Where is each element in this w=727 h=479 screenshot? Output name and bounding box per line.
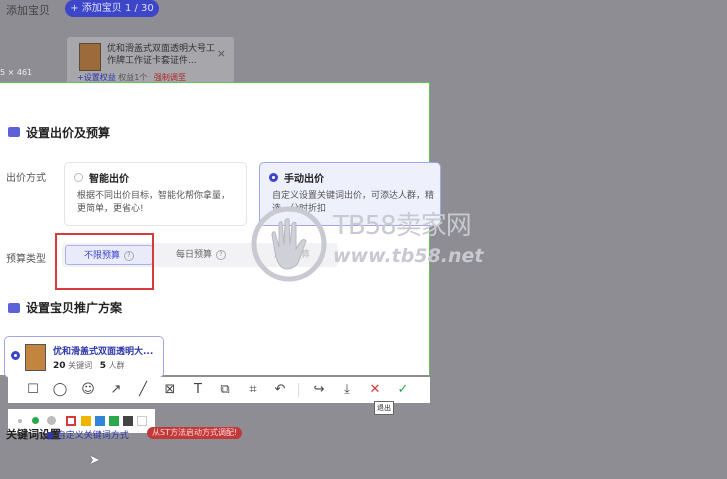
confirm-icon[interactable]: ✓ <box>390 377 416 403</box>
line-tool-icon[interactable]: ╱ <box>130 377 156 403</box>
stroke-size-medium[interactable] <box>32 417 39 424</box>
color-green-swatch[interactable] <box>109 416 119 426</box>
plan-crowd-label: 人群 <box>108 361 125 370</box>
plan-radio[interactable] <box>11 351 20 360</box>
smart-bid-radio[interactable] <box>74 173 83 182</box>
custom-keyword-option[interactable]: ● 自定义关键词方式 <box>46 428 129 441</box>
rectangle-tool-icon[interactable]: ☐ <box>20 377 46 403</box>
mosaic-tool-icon[interactable]: ⊠ <box>157 377 183 403</box>
stroke-size-large[interactable] <box>47 416 56 425</box>
toolbar-divider <box>298 383 299 397</box>
save-icon[interactable]: ⤓ <box>334 377 360 403</box>
plan-keyword-label: 关键词 <box>68 361 93 370</box>
color-yellow-swatch[interactable] <box>81 416 91 426</box>
highlight-annotation <box>55 233 154 290</box>
emoji-tool-icon[interactable]: ☺ <box>75 377 101 403</box>
set-benefit-link[interactable]: +设置权益 <box>77 73 116 82</box>
add-item-label: 添加宝贝 <box>6 4 50 17</box>
manual-bid-radio[interactable] <box>269 173 278 182</box>
promo-pill: 从ST方法启动方式调配! <box>147 427 243 439</box>
watermark: TB58卖家网 www.tb58.net <box>250 205 510 285</box>
item-thumbnail <box>79 43 101 71</box>
ellipse-tool-icon[interactable]: ◯ <box>47 377 73 403</box>
budget-daily-label: 每日预算 <box>175 250 212 260</box>
section-title-bid: 设置出价及预算 <box>26 126 111 140</box>
section-title-plan: 设置宝贝推广方案 <box>26 301 123 315</box>
plan-keyword-count: 20 <box>53 361 66 371</box>
plan-thumbnail <box>25 344 46 371</box>
plan-title: 优和滑盖式双面透明大... <box>53 347 154 357</box>
exit-icon[interactable]: ✕ <box>362 377 388 403</box>
color-black-swatch[interactable] <box>123 416 133 426</box>
section-icon <box>8 303 20 313</box>
hand-logo-icon <box>251 206 327 282</box>
watermark-url: www.tb58.net <box>333 245 484 267</box>
help-icon[interactable]: ? <box>216 249 226 260</box>
color-red-swatch[interactable] <box>66 416 76 426</box>
sticker-tool-icon[interactable]: ⧉ <box>212 377 238 403</box>
plan-crowd-count: 5 <box>99 361 106 371</box>
stroke-size-small[interactable] <box>18 419 22 423</box>
bid-method-label: 出价方式 <box>6 173 46 184</box>
undo-icon[interactable]: ↶ <box>267 377 293 403</box>
color-blue-swatch[interactable] <box>95 416 105 426</box>
budget-type-label: 预算类型 <box>6 254 46 265</box>
text-tool-icon[interactable]: T <box>185 377 211 403</box>
manual-bid-title: 手动出价 <box>284 174 324 185</box>
plan-meta: 20 关键词 5 人群 <box>53 360 125 371</box>
mouse-cursor-icon: ➤ <box>89 453 100 468</box>
capture-size-label: 5 × 461 <box>0 68 33 77</box>
force-adjust-link[interactable]: 强制调至 <box>154 73 186 82</box>
annotation-toolbar: ☐ ◯ ☺ ↗ ╱ ⊠ T ⧉ ⌗ ↶ ↪ ⤓ ✕ ✓ <box>8 377 430 403</box>
add-item-button[interactable]: + 添加宝贝 1 / 30 <box>65 0 159 17</box>
item-close-icon[interactable]: × <box>217 47 226 60</box>
budget-daily-tab[interactable]: 每日预算? <box>157 245 245 265</box>
arrow-tool-icon[interactable]: ↗ <box>103 377 129 403</box>
share-icon[interactable]: ↪ <box>306 377 332 403</box>
plan-card[interactable]: 优和滑盖式双面透明大... 20 关键词 5 人群 <box>4 336 164 378</box>
benefit-status: 权益1个 <box>118 73 148 82</box>
item-card: 优和滑盖式双面透明大号工作牌工作证卡套证件... × +设置权益 权益1个 强制… <box>67 37 234 87</box>
ocr-tool-icon[interactable]: ⌗ <box>240 377 266 403</box>
item-title: 优和滑盖式双面透明大号工作牌工作证卡套证件... <box>107 44 216 66</box>
exit-tooltip: 退出 <box>374 401 394 415</box>
section-icon <box>8 127 20 137</box>
smart-bid-title: 智能出价 <box>89 174 129 185</box>
color-white-swatch[interactable] <box>137 416 147 426</box>
smart-bid-option[interactable]: 智能出价 根据不同出价目标，智能化帮你拿量，更简单，更省心! <box>64 162 247 226</box>
smart-bid-desc: 根据不同出价目标，智能化帮你拿量，更简单，更省心! <box>77 191 231 214</box>
watermark-brand: TB58卖家网 <box>333 211 472 241</box>
